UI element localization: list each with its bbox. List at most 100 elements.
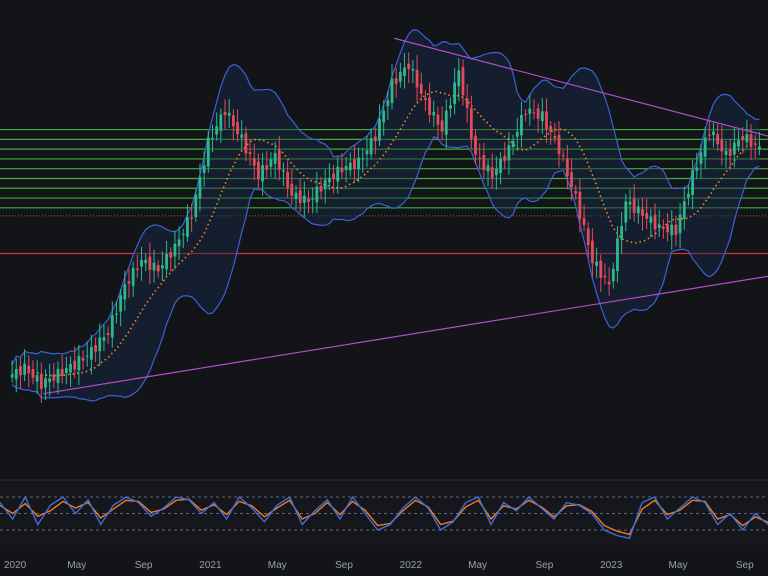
candle-body xyxy=(327,177,331,183)
candle-body xyxy=(595,261,598,266)
candle-body xyxy=(73,360,77,370)
candle-body xyxy=(290,183,294,196)
candle-body xyxy=(194,194,198,217)
x-tick-label: May xyxy=(67,560,86,571)
candle-body xyxy=(469,108,473,139)
candle-body xyxy=(520,114,523,136)
candle-body xyxy=(582,218,586,226)
candle-body xyxy=(616,238,619,272)
candle-body xyxy=(591,240,594,264)
candle-body xyxy=(273,152,277,164)
candle-body xyxy=(48,378,52,383)
candle-body xyxy=(503,155,507,161)
candle-body xyxy=(257,161,260,180)
candle-body xyxy=(14,368,18,380)
candle-body xyxy=(265,165,269,170)
candle-body xyxy=(85,355,89,357)
candle-body xyxy=(332,173,335,180)
candle-body xyxy=(432,111,436,116)
candle-body xyxy=(98,337,102,352)
candle-body xyxy=(561,155,565,157)
candle-body xyxy=(707,134,711,136)
candle-body xyxy=(353,159,356,169)
candle-body xyxy=(607,281,611,285)
candle-body xyxy=(261,165,264,182)
candle-body xyxy=(657,224,661,228)
candle-body xyxy=(515,131,519,137)
candle-body xyxy=(282,170,285,172)
candle-body xyxy=(219,114,223,131)
candle-body xyxy=(35,374,39,382)
candle-body xyxy=(298,190,302,204)
candle-body xyxy=(494,168,498,176)
candle-body xyxy=(478,157,482,159)
candle-body xyxy=(181,233,185,236)
candle-body xyxy=(348,162,352,171)
candle-body xyxy=(490,167,494,178)
candle-body xyxy=(482,154,486,171)
candle-body xyxy=(545,111,548,129)
candle-body xyxy=(315,186,319,203)
candle-body xyxy=(165,254,168,270)
candle-body xyxy=(10,374,14,378)
candle-body xyxy=(486,165,490,172)
candle-body xyxy=(649,216,653,223)
candle-body xyxy=(474,135,477,155)
x-tick-label: Sep xyxy=(135,560,153,571)
candle-body xyxy=(499,158,502,174)
candle-body xyxy=(361,158,365,160)
candle-body xyxy=(156,265,160,272)
candle-body xyxy=(115,313,118,315)
stock-chart[interactable]: 2020 May Sep 2021 May Sep 2022 May Sep 2023 May Sep xyxy=(0,0,768,576)
candle-body xyxy=(248,152,252,155)
candle-body xyxy=(753,143,757,145)
candle-body xyxy=(302,195,306,203)
candle-body xyxy=(415,69,419,88)
candle-body xyxy=(624,201,628,223)
candle-body xyxy=(444,110,448,135)
candle-body xyxy=(407,63,411,69)
candle-body xyxy=(110,315,114,338)
candle-body xyxy=(540,111,544,122)
candle-body xyxy=(712,131,715,136)
candle-body xyxy=(678,214,682,234)
candle-body xyxy=(44,378,47,388)
candle-body xyxy=(102,337,106,341)
candle-body xyxy=(106,332,110,335)
x-tick-label: May xyxy=(468,560,487,571)
x-tick-label: Sep xyxy=(536,560,554,571)
candle-body xyxy=(457,70,461,87)
candle-body xyxy=(223,111,227,116)
candle-body xyxy=(695,167,699,171)
candle-body xyxy=(386,100,390,107)
candle-body xyxy=(286,172,290,188)
candle-body xyxy=(307,199,310,202)
candle-body xyxy=(127,281,131,284)
candle-body xyxy=(19,366,22,376)
candle-body xyxy=(666,224,669,233)
candle-body xyxy=(611,268,615,282)
candle-body xyxy=(373,136,377,142)
candle-body xyxy=(419,83,423,94)
candle-body xyxy=(724,150,728,155)
candle-body xyxy=(394,78,398,84)
candle-body xyxy=(737,140,740,147)
candle-body xyxy=(528,108,532,114)
x-tick-label: Sep xyxy=(736,560,754,571)
x-tick-label: 2022 xyxy=(400,560,423,571)
candle-body xyxy=(661,226,665,229)
x-tick-label: May xyxy=(669,560,688,571)
candle-body xyxy=(244,133,248,154)
candle-body xyxy=(277,150,281,171)
candle-body xyxy=(190,217,194,219)
candle-body xyxy=(90,346,93,360)
candle-body xyxy=(390,78,394,104)
candle-body xyxy=(578,191,582,219)
candle-body xyxy=(378,119,381,141)
candle-body xyxy=(148,256,152,270)
candle-body xyxy=(732,142,736,155)
candle-body xyxy=(440,120,444,132)
candle-body xyxy=(177,239,181,247)
candle-body xyxy=(131,267,135,286)
candle-body xyxy=(682,201,686,219)
